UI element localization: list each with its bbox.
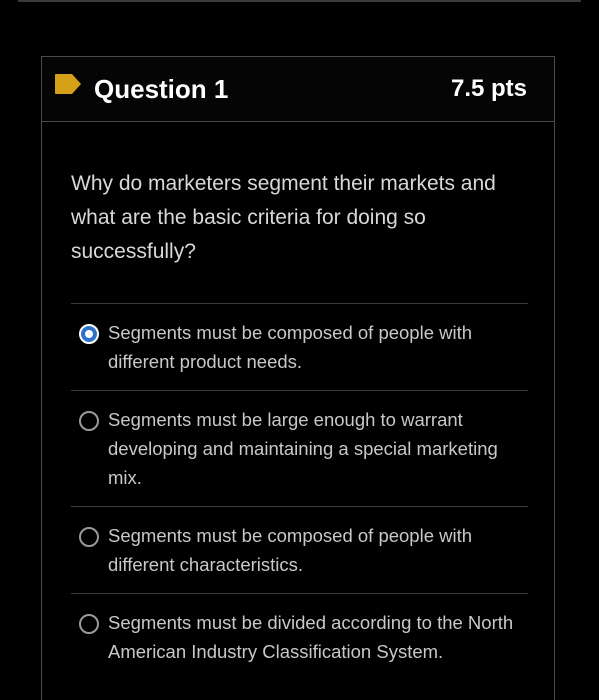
- answer-option[interactable]: Segments must be large enough to warrant…: [71, 390, 528, 506]
- page: Question 1 7.5 pts Why do marketers segm…: [0, 0, 599, 700]
- radio-selected-icon[interactable]: [79, 324, 99, 344]
- question-points: 7.5 pts: [450, 75, 527, 102]
- answer-option[interactable]: Segments must be composed of people with…: [71, 506, 528, 593]
- question-header: Question 1 7.5 pts: [42, 57, 554, 122]
- question-text: Why do marketers segment their markets a…: [71, 172, 496, 263]
- answer-label: Segments must be large enough to warrant…: [108, 409, 498, 488]
- flag-icon[interactable]: [54, 73, 82, 95]
- radio-icon[interactable]: [79, 411, 99, 431]
- radio-icon[interactable]: [79, 614, 99, 634]
- answer-label: Segments must be composed of people with…: [108, 525, 473, 575]
- answer-list: Segments must be composed of people with…: [71, 303, 528, 680]
- question-title: Question 1: [94, 74, 229, 104]
- radio-icon[interactable]: [79, 527, 99, 547]
- divider: [18, 0, 581, 2]
- answer-option[interactable]: Segments must be composed of people with…: [71, 303, 528, 390]
- answer-label: Segments must be composed of people with…: [108, 322, 473, 372]
- question-card: Question 1 7.5 pts Why do marketers segm…: [41, 56, 555, 700]
- answer-label: Segments must be divided according to th…: [108, 612, 514, 662]
- answer-option[interactable]: Segments must be divided according to th…: [71, 593, 528, 680]
